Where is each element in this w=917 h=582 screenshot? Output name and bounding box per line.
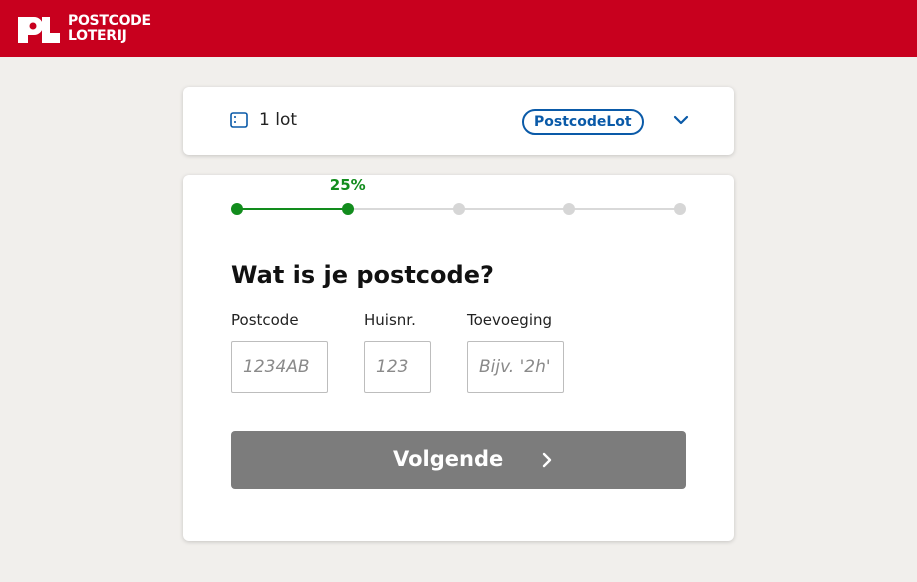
postcode-label: Postcode	[231, 311, 299, 329]
next-button[interactable]: Volgende	[231, 431, 686, 489]
logo-line-2: LOTERIJ	[68, 28, 127, 44]
progress-step-dot	[563, 203, 576, 215]
order-summary-card: 1 lot PostcodeLot	[183, 87, 734, 155]
toevoeging-input[interactable]	[467, 341, 564, 393]
progress-stepper: 25%	[231, 176, 691, 223]
pl-logo-icon	[18, 17, 60, 43]
top-header: POSTCODE LOTERIJ	[0, 0, 917, 57]
lot-count-label: 1 lot	[259, 110, 298, 130]
progress-step-dot	[231, 203, 243, 215]
progress-step-dot	[452, 203, 465, 215]
chevron-right-icon	[542, 452, 552, 468]
product-badge: PostcodeLot	[522, 109, 644, 135]
postcode-form-card: 25% Wat is je postcode? Postcode Huisnr.…	[183, 175, 734, 541]
logo-wordmark: POSTCODE LOTERIJ	[68, 14, 151, 44]
logo-line-1: POSTCODE	[68, 13, 151, 29]
ticket-icon	[230, 112, 248, 128]
progress-step-dot	[341, 203, 354, 215]
postcode-loterij-logo[interactable]: POSTCODE LOTERIJ	[16, 13, 151, 45]
progress-percent-label: 25%	[329, 176, 366, 194]
progress-fill	[237, 208, 348, 210]
next-button-label: Volgende	[393, 447, 504, 471]
progress-step-dot	[674, 203, 686, 215]
huisnummer-input[interactable]	[364, 341, 431, 393]
huisnummer-label: Huisnr.	[364, 311, 416, 329]
postcode-input[interactable]	[231, 341, 328, 393]
question-heading: Wat is je postcode?	[231, 261, 494, 289]
chevron-down-icon[interactable]	[673, 114, 689, 126]
toevoeging-label: Toevoeging	[467, 311, 553, 329]
